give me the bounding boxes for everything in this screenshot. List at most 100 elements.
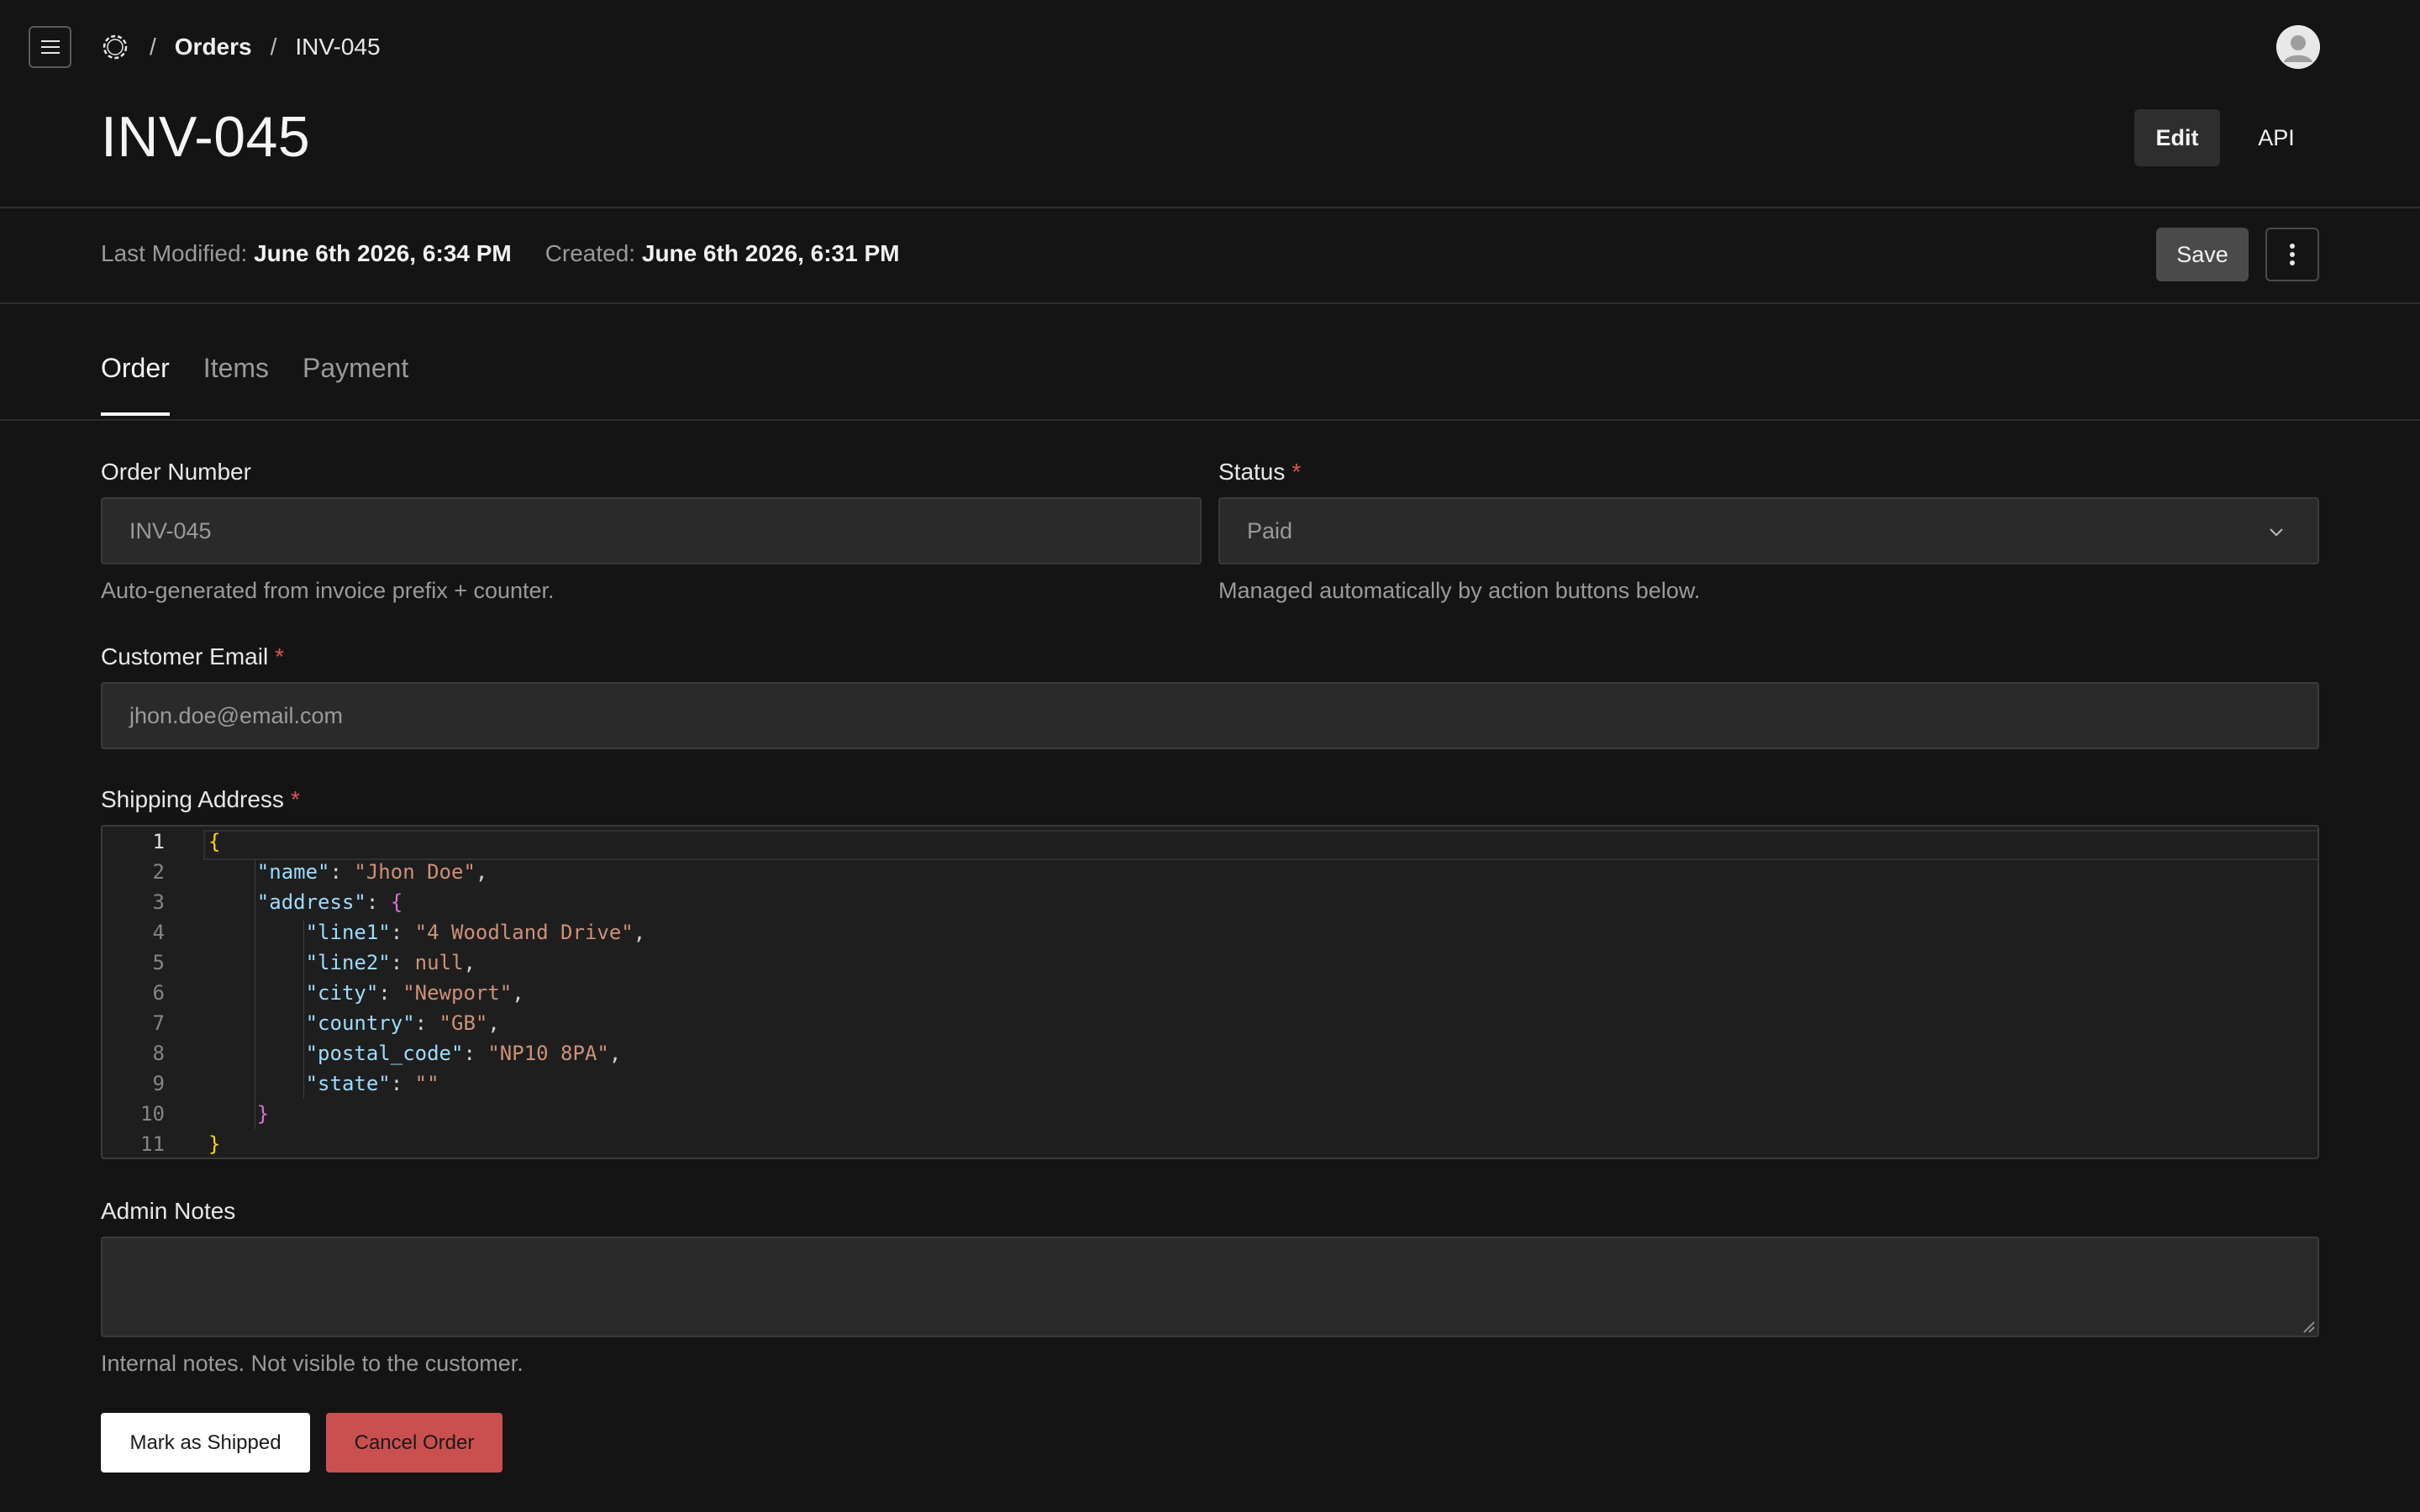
tabs-divider [0,419,2420,421]
json-key: "state" [305,1072,391,1095]
json-key: "line2" [305,951,391,974]
code-line: "city": "Newport", [305,981,524,1005]
mark-as-shipped-button[interactable]: Mark as Shipped [101,1413,310,1473]
breadcrumb: / Orders / INV-045 [99,29,381,66]
top-bar: / Orders / INV-045 [0,0,2420,94]
line-number: 11 [140,1132,165,1156]
json-brace: { [390,890,403,914]
line-number: 2 [152,860,165,884]
line-number: 4 [152,921,165,944]
created-value: June 6th 2026, 6:31 PM [641,240,900,266]
json-brace: { [208,830,221,853]
line-number: 3 [152,890,165,914]
line-number: 5 [152,951,165,974]
breadcrumb-current: INV-045 [295,34,381,60]
user-avatar[interactable] [2276,25,2320,69]
status-select[interactable]: Paid [1218,497,2319,564]
order-number-help: Auto-generated from invoice prefix + cou… [101,578,555,603]
more-options-button[interactable] [2265,228,2319,281]
shipping-address-code-editor[interactable]: 1 2 3 4 5 6 7 8 9 10 11 { "name": "Jhon … [101,825,2319,1159]
line-number: 7 [152,1011,165,1035]
last-modified: Last Modified: June 6th 2026, 6:34 PM [101,240,512,267]
code-line: "address": { [256,890,403,914]
breadcrumb-separator: / [150,34,156,60]
breadcrumb-orders-link[interactable]: Orders [175,34,252,60]
line-number: 6 [152,981,165,1005]
code-line: } [208,1129,645,1158]
home-logo-icon[interactable] [99,31,131,63]
admin-notes-textarea[interactable] [101,1236,2319,1337]
code-content: { "name": "Jhon Doe", "address": { "line… [208,827,646,1158]
admin-notes-label: Admin Notes [101,1198,235,1225]
admin-notes-help: Internal notes. Not visible to the custo… [101,1351,523,1376]
status-label-text: Status [1218,459,1286,485]
edit-button[interactable]: Edit [2134,109,2220,166]
required-marker: * [275,643,285,669]
line-number-gutter: 1 2 3 4 5 6 7 8 9 10 11 [103,827,170,1158]
shipping-address-label-text: Shipping Address [101,786,284,812]
page-title: INV-045 [101,105,311,169]
last-modified-value: June 6th 2026, 6:34 PM [254,240,512,266]
menu-toggle-button[interactable] [29,26,71,68]
cancel-order-button[interactable]: Cancel Order [326,1413,502,1473]
created-label: Created: [544,240,636,266]
tab-bar: Order Items Payment [101,353,408,416]
header-actions: Edit API [2134,109,2319,166]
code-line: "line1": "4 Woodland Drive", [305,921,646,944]
code-line: "line2": null, [305,951,476,974]
status-label: Status * [1218,459,1301,486]
json-value: null [414,951,464,974]
code-line: "postal_code": "NP10 8PA", [305,1042,622,1065]
resize-handle-icon[interactable] [2297,1315,2316,1334]
code-line: { [208,827,645,857]
header-divider [0,207,2420,208]
order-number-label-text: Order Number [101,459,251,485]
customer-email-field[interactable]: jhon.doe@email.com [101,682,2319,749]
code-line: "name": "Jhon Doe", [256,860,488,884]
line-number: 8 [152,1042,165,1065]
record-meta: Last Modified: June 6th 2026, 6:34 PM Cr… [101,240,899,267]
code-line: } [208,1099,645,1129]
line-number: 10 [140,1102,165,1126]
shipping-address-label: Shipping Address * [101,786,300,813]
admin-notes-label-text: Admin Notes [101,1198,236,1224]
json-key: "address" [256,890,366,914]
json-brace: } [256,1102,270,1126]
customer-email-label: Customer Email * [101,643,284,670]
tab-items[interactable]: Items [203,353,269,416]
json-key: "line1" [305,921,391,944]
json-value: "" [414,1072,439,1095]
required-marker: * [290,786,300,812]
save-button[interactable]: Save [2156,228,2249,281]
user-icon [2276,25,2320,69]
customer-email-label-text: Customer Email [101,643,269,669]
tab-payment[interactable]: Payment [302,353,408,416]
api-button[interactable]: API [2233,109,2319,166]
status-select-value: Paid [1247,517,1293,543]
json-value: "4 Woodland Drive" [414,921,634,944]
more-vertical-icon [2290,244,2295,265]
hamburger-icon [40,40,60,54]
line-number: 1 [152,830,165,853]
json-key: "country" [305,1011,415,1035]
order-number-label: Order Number [101,459,251,486]
json-key: "city" [305,981,379,1005]
json-value: "Newport" [402,981,513,1005]
meta-divider [0,302,2420,304]
status-help: Managed automatically by action buttons … [1218,578,1701,603]
json-value: "Jhon Doe" [354,860,476,884]
required-marker: * [1292,459,1302,485]
chevron-down-icon [2270,528,2283,537]
tab-order[interactable]: Order [101,353,170,416]
json-key: "postal_code" [305,1042,464,1065]
json-value: "GB" [439,1011,488,1035]
json-value: "NP10 8PA" [487,1042,609,1065]
created: Created: June 6th 2026, 6:31 PM [545,240,900,267]
breadcrumb-separator: / [270,34,277,60]
code-line: "country": "GB", [305,1011,500,1035]
order-number-field[interactable]: INV-045 [101,497,1202,564]
code-line: "state": "" [305,1072,439,1095]
last-modified-label: Last Modified: [101,240,248,266]
line-number: 9 [152,1072,165,1095]
json-brace: } [208,1132,221,1156]
